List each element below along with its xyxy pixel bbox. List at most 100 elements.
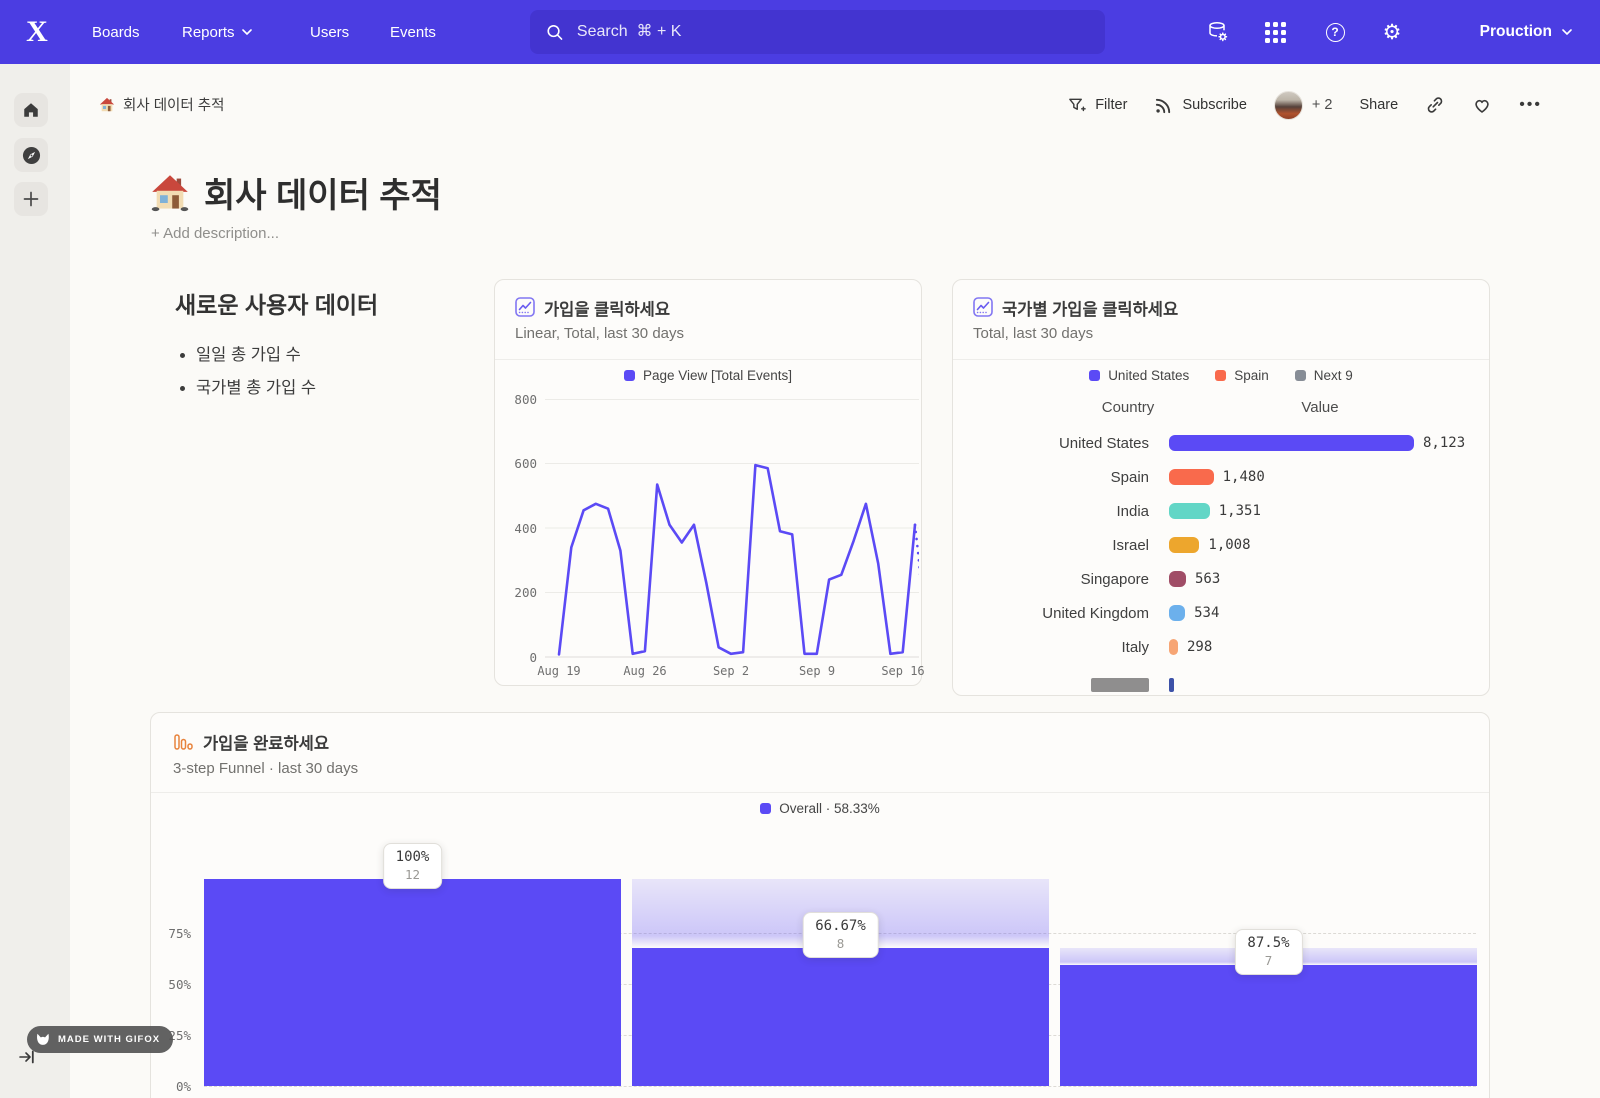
- column-header-value[interactable]: Value: [1265, 399, 1375, 416]
- country-label: Singapore: [953, 571, 1149, 588]
- divider: [953, 359, 1489, 360]
- country-value: 8,123: [1423, 435, 1465, 451]
- nav-item-events[interactable]: Events: [390, 0, 436, 64]
- line-legend: Page View [Total Events]: [495, 368, 921, 383]
- legend-item[interactable]: United States: [1089, 368, 1189, 383]
- country-label: Israel: [953, 537, 1149, 554]
- global-search[interactable]: [530, 10, 1105, 54]
- country-label: India: [953, 503, 1149, 520]
- country-bar[interactable]: [1169, 435, 1414, 451]
- rss-icon: [1154, 96, 1173, 115]
- line-plot[interactable]: [545, 399, 919, 661]
- project-switcher[interactable]: Prouction: [1480, 0, 1572, 64]
- legend-item[interactable]: Next 9: [1295, 368, 1353, 383]
- breadcrumb[interactable]: 회사 데이터 추적: [99, 94, 224, 115]
- funnel-bar[interactable]: [204, 879, 621, 1086]
- country-bar[interactable]: [1169, 537, 1199, 553]
- legend-label: Next 9: [1314, 368, 1353, 383]
- table-row[interactable]: United Kingdom 534: [953, 596, 1489, 630]
- board-toolbar: Filter Subscribe + 2 Share •••: [1067, 88, 1542, 122]
- settings-gear-icon[interactable]: ⚙: [1380, 20, 1404, 44]
- conversion-pct: 100%: [396, 849, 430, 865]
- house-emoji-icon: [150, 173, 190, 213]
- funnel-chart-card[interactable]: 가입을 완료하세요 3-step Funnel · last 30 days O…: [150, 712, 1490, 1098]
- help-icon[interactable]: ?: [1323, 20, 1347, 44]
- legend-item[interactable]: Page View [Total Events]: [624, 368, 792, 383]
- table-row[interactable]: United States 8,123: [953, 426, 1489, 460]
- y-tick: 50%: [153, 977, 191, 992]
- country-label: United States: [953, 435, 1149, 452]
- country-bar-card[interactable]: 국가별 가입을 클릭하세요 Total, last 30 days United…: [952, 279, 1490, 696]
- link-icon: [1425, 95, 1445, 115]
- funnel-step-tooltip: 87.5% 7: [1234, 929, 1302, 975]
- filter-button[interactable]: Filter: [1067, 96, 1127, 115]
- nav-item-reports[interactable]: Reports: [182, 0, 252, 64]
- conversion-pct: 66.67%: [815, 918, 866, 934]
- nav-label-reports: Reports: [182, 24, 235, 41]
- table-row[interactable]: India 1,351: [953, 494, 1489, 528]
- legend-item[interactable]: Overall · 58.33%: [760, 801, 880, 816]
- apps-grid-icon[interactable]: [1263, 20, 1287, 44]
- legend-swatch: [624, 370, 635, 381]
- collaborator-avatar: [1274, 91, 1303, 120]
- more-options-button[interactable]: •••: [1519, 96, 1542, 114]
- country-bar[interactable]: [1169, 469, 1214, 485]
- nav-item-boards[interactable]: Boards: [92, 0, 140, 64]
- country-value: 1,351: [1219, 503, 1261, 519]
- legend-item[interactable]: Spain: [1215, 368, 1269, 383]
- legend-label: Overall · 58.33%: [779, 801, 880, 816]
- add-description[interactable]: + Add description...: [151, 225, 279, 242]
- collaborators[interactable]: + 2: [1274, 91, 1333, 120]
- line-chart-card[interactable]: 가입을 클릭하세요 Linear, Total, last 30 days Pa…: [494, 279, 922, 686]
- data-management-icon[interactable]: [1206, 20, 1230, 44]
- country-label: United Kingdom: [953, 605, 1149, 622]
- share-button[interactable]: Share: [1359, 97, 1398, 113]
- text-widget-heading: 새로운 사용자 데이터: [175, 286, 378, 320]
- home-button[interactable]: [14, 93, 48, 127]
- legend-swatch: [1215, 370, 1226, 381]
- add-board-button[interactable]: [14, 182, 48, 216]
- text-widget-bullet: 국가별 총 가입 수: [196, 374, 316, 398]
- table-row[interactable]: Israel 1,008: [953, 528, 1489, 562]
- country-value: 563: [1195, 571, 1220, 587]
- search-input[interactable]: [577, 23, 1089, 41]
- discover-button[interactable]: [14, 138, 48, 172]
- y-tick: 0: [499, 650, 537, 665]
- table-row[interactable]: Spain 1,480: [953, 460, 1489, 494]
- gridline: [204, 1086, 1476, 1087]
- card-title[interactable]: 가입을 클릭하세요: [544, 296, 670, 320]
- nav-label-boards: Boards: [92, 24, 140, 41]
- nav-label-users: Users: [310, 24, 349, 41]
- nav-item-users[interactable]: Users: [310, 0, 349, 64]
- heart-icon: [1472, 95, 1492, 115]
- favorite-button[interactable]: [1472, 95, 1492, 115]
- conversion-pct: 87.5%: [1247, 935, 1289, 951]
- country-bar[interactable]: [1169, 605, 1185, 621]
- board-title[interactable]: 회사 데이터 추적: [150, 168, 442, 217]
- country-bar[interactable]: [1169, 571, 1186, 587]
- legend-swatch: [1295, 370, 1306, 381]
- mixpanel-logo[interactable]: X: [20, 15, 54, 49]
- gifox-badge[interactable]: MADE WITH GIFOX: [27, 1026, 173, 1053]
- subscribe-button[interactable]: Subscribe: [1154, 96, 1246, 115]
- column-header-country[interactable]: Country: [1073, 399, 1183, 416]
- country-bar[interactable]: [1169, 639, 1178, 655]
- country-value: 298: [1187, 639, 1212, 655]
- insights-chart-icon: [973, 297, 993, 317]
- copy-link-button[interactable]: [1425, 95, 1445, 115]
- chevron-down-icon: [1562, 29, 1572, 35]
- table-row[interactable]: Singapore 563: [953, 562, 1489, 596]
- table-row[interactable]: Italy 298: [953, 630, 1489, 664]
- funnel-bar[interactable]: [1060, 965, 1477, 1086]
- card-title[interactable]: 가입을 완료하세요: [203, 730, 329, 754]
- top-navbar: X Boards Reports Users Events ? ⚙ P: [0, 0, 1600, 64]
- funnel-bars-icon: [173, 732, 193, 752]
- country-bar[interactable]: [1169, 503, 1210, 519]
- line-series-incomplete: [915, 525, 919, 627]
- country-rows: United States 8,123 Spain 1,480 India 1,…: [953, 426, 1489, 696]
- home-icon: [22, 101, 40, 119]
- card-title[interactable]: 국가별 가입을 클릭하세요: [1002, 296, 1178, 320]
- funnel-bar[interactable]: [632, 948, 1049, 1086]
- country-value: 1,480: [1223, 469, 1265, 485]
- step-count: 12: [396, 867, 430, 882]
